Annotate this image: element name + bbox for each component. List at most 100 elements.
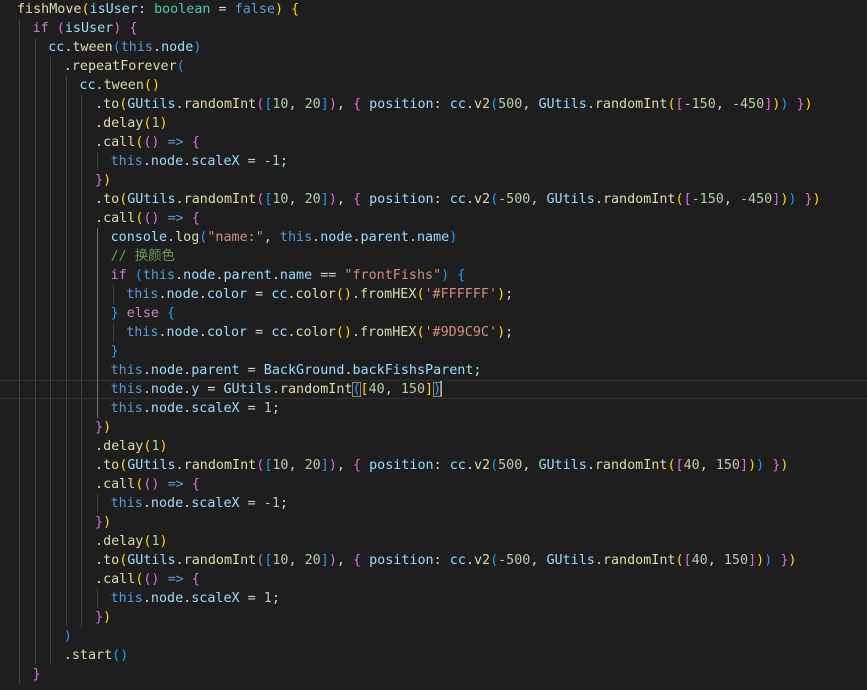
indent-guide bbox=[65, 152, 67, 171]
indent-guide bbox=[34, 589, 36, 608]
code-line-7[interactable]: .delay(1) bbox=[0, 114, 867, 133]
code-token: = bbox=[210, 2, 235, 17]
code-token: . bbox=[142, 401, 151, 416]
code-line-19[interactable]: } bbox=[0, 342, 867, 361]
indent-guide bbox=[50, 57, 52, 76]
indent-guide bbox=[19, 152, 20, 171]
code-token: } bbox=[95, 515, 104, 530]
code-token: this bbox=[120, 40, 153, 55]
code-token: ( bbox=[416, 325, 425, 340]
code-line-5[interactable]: cc.tween() bbox=[0, 76, 867, 95]
code-token: . bbox=[95, 211, 104, 226]
code-text: if (this.node.parent.name == "frontFishs… bbox=[111, 266, 466, 285]
code-token: ] bbox=[740, 458, 749, 473]
code-token: } bbox=[796, 97, 805, 112]
code-line-18[interactable]: this.node.color = cc.color().fromHEX('#9… bbox=[0, 323, 867, 342]
code-token: , bbox=[699, 458, 716, 473]
code-token: . bbox=[95, 439, 104, 454]
code-line-6[interactable]: .to(GUtils.randomInt([10, 20]), { positi… bbox=[0, 95, 867, 114]
code-token: 1 bbox=[263, 401, 272, 416]
code-line-11[interactable]: .to(GUtils.randomInt([10, 20]), { positi… bbox=[0, 190, 867, 209]
code-line-31[interactable]: .call(() => { bbox=[0, 570, 867, 589]
code-token: randomInt bbox=[279, 382, 353, 397]
indent-guide bbox=[81, 608, 83, 627]
code-line-15[interactable]: if (this.node.parent.name == "frontFishs… bbox=[0, 266, 867, 285]
indent-guide bbox=[34, 551, 36, 570]
code-line-21[interactable]: this.node.y = GUtils.randomInt([40, 150]… bbox=[0, 380, 867, 399]
indent-guide bbox=[65, 589, 67, 608]
code-token: cc bbox=[449, 458, 466, 473]
code-line-33[interactable]: }) bbox=[0, 608, 867, 627]
code-line-32[interactable]: this.node.scaleX = 1; bbox=[0, 589, 867, 608]
code-token: randomInt bbox=[594, 458, 668, 473]
code-token: call bbox=[103, 211, 136, 226]
code-token: color bbox=[295, 325, 336, 340]
code-line-28[interactable]: }) bbox=[0, 513, 867, 532]
indent-guide bbox=[65, 418, 67, 437]
code-line-36[interactable]: } bbox=[0, 665, 867, 684]
code-token: = bbox=[199, 382, 224, 397]
indent-guide bbox=[65, 475, 67, 494]
code-token: ( bbox=[352, 382, 361, 397]
code-token: ) bbox=[159, 439, 168, 454]
code-line-10[interactable]: }) bbox=[0, 171, 867, 190]
code-token: node bbox=[166, 287, 199, 302]
code-token: v2 bbox=[473, 192, 491, 207]
code-token: -450 bbox=[731, 97, 765, 112]
code-token: to bbox=[103, 192, 120, 207]
indent-guide bbox=[65, 361, 67, 380]
code-token: ) bbox=[328, 553, 337, 568]
code-line-26[interactable]: .call(() => { bbox=[0, 475, 867, 494]
code-line-12[interactable]: .call(() => { bbox=[0, 209, 867, 228]
code-line-35[interactable]: .start() bbox=[0, 646, 867, 665]
code-token: parent bbox=[191, 363, 240, 378]
indent-guide bbox=[34, 95, 36, 114]
code-line-24[interactable]: .delay(1) bbox=[0, 437, 867, 456]
code-line-30[interactable]: .to(GUtils.randomInt([10, 20]), { positi… bbox=[0, 551, 867, 570]
indent-guide bbox=[50, 342, 52, 361]
code-line-1[interactable]: fishMove(isUser: boolean = false) { bbox=[0, 0, 867, 19]
code-line-27[interactable]: this.node.scaleX = -1; bbox=[0, 494, 867, 513]
code-line-20[interactable]: this.node.parent = BackGround.backFishsP… bbox=[0, 361, 867, 380]
code-line-3[interactable]: cc.tween(this.node) bbox=[0, 38, 867, 57]
code-token: delay bbox=[103, 439, 144, 454]
code-line-22[interactable]: this.node.scaleX = 1; bbox=[0, 399, 867, 418]
code-token: { bbox=[191, 572, 200, 587]
indent-guide bbox=[50, 513, 52, 532]
code-token: . bbox=[465, 97, 474, 112]
code-token: . bbox=[586, 97, 595, 112]
code-line-29[interactable]: .delay(1) bbox=[0, 532, 867, 551]
code-token: fromHEX bbox=[360, 287, 417, 302]
code-line-4[interactable]: .repeatForever( bbox=[0, 57, 867, 76]
code-editor[interactable]: fishMove(isUser: boolean = false) {if (i… bbox=[0, 0, 867, 690]
code-line-13[interactable]: console.log("name:", this.node.parent.na… bbox=[0, 228, 867, 247]
code-token: . bbox=[175, 192, 184, 207]
indent-guide bbox=[19, 76, 20, 95]
indent-guide bbox=[65, 608, 67, 627]
code-line-14[interactable]: // 换颜色 bbox=[0, 247, 867, 266]
code-token: , bbox=[530, 192, 547, 207]
code-token: , bbox=[336, 458, 353, 473]
code-token: () bbox=[112, 648, 129, 663]
indent-guide bbox=[34, 532, 36, 551]
code-line-9[interactable]: this.node.scaleX = -1; bbox=[0, 152, 867, 171]
code-line-16[interactable]: this.node.color = cc.color().fromHEX('#F… bbox=[0, 285, 867, 304]
code-line-8[interactable]: .call(() => { bbox=[0, 133, 867, 152]
code-text: .to(GUtils.randomInt([10, 20]), { positi… bbox=[95, 456, 788, 475]
indent-guide bbox=[50, 551, 52, 570]
code-token: 20 bbox=[304, 458, 321, 473]
code-line-34[interactable]: ) bbox=[0, 627, 867, 646]
code-line-2[interactable]: if (isUser) { bbox=[0, 19, 867, 38]
code-token: { bbox=[291, 2, 300, 17]
code-token: GUtils bbox=[538, 97, 587, 112]
code-token: v2 bbox=[473, 97, 491, 112]
code-token: : bbox=[433, 97, 450, 112]
code-line-25[interactable]: .to(GUtils.randomInt([10, 20]), { positi… bbox=[0, 456, 867, 475]
code-token: { bbox=[457, 268, 466, 283]
code-token: node bbox=[150, 591, 184, 606]
code-line-17[interactable]: } else { bbox=[0, 304, 867, 323]
code-token: 1 bbox=[263, 591, 272, 606]
code-text: .delay(1) bbox=[95, 437, 168, 456]
code-line-23[interactable]: }) bbox=[0, 418, 867, 437]
code-token: => bbox=[167, 572, 184, 587]
